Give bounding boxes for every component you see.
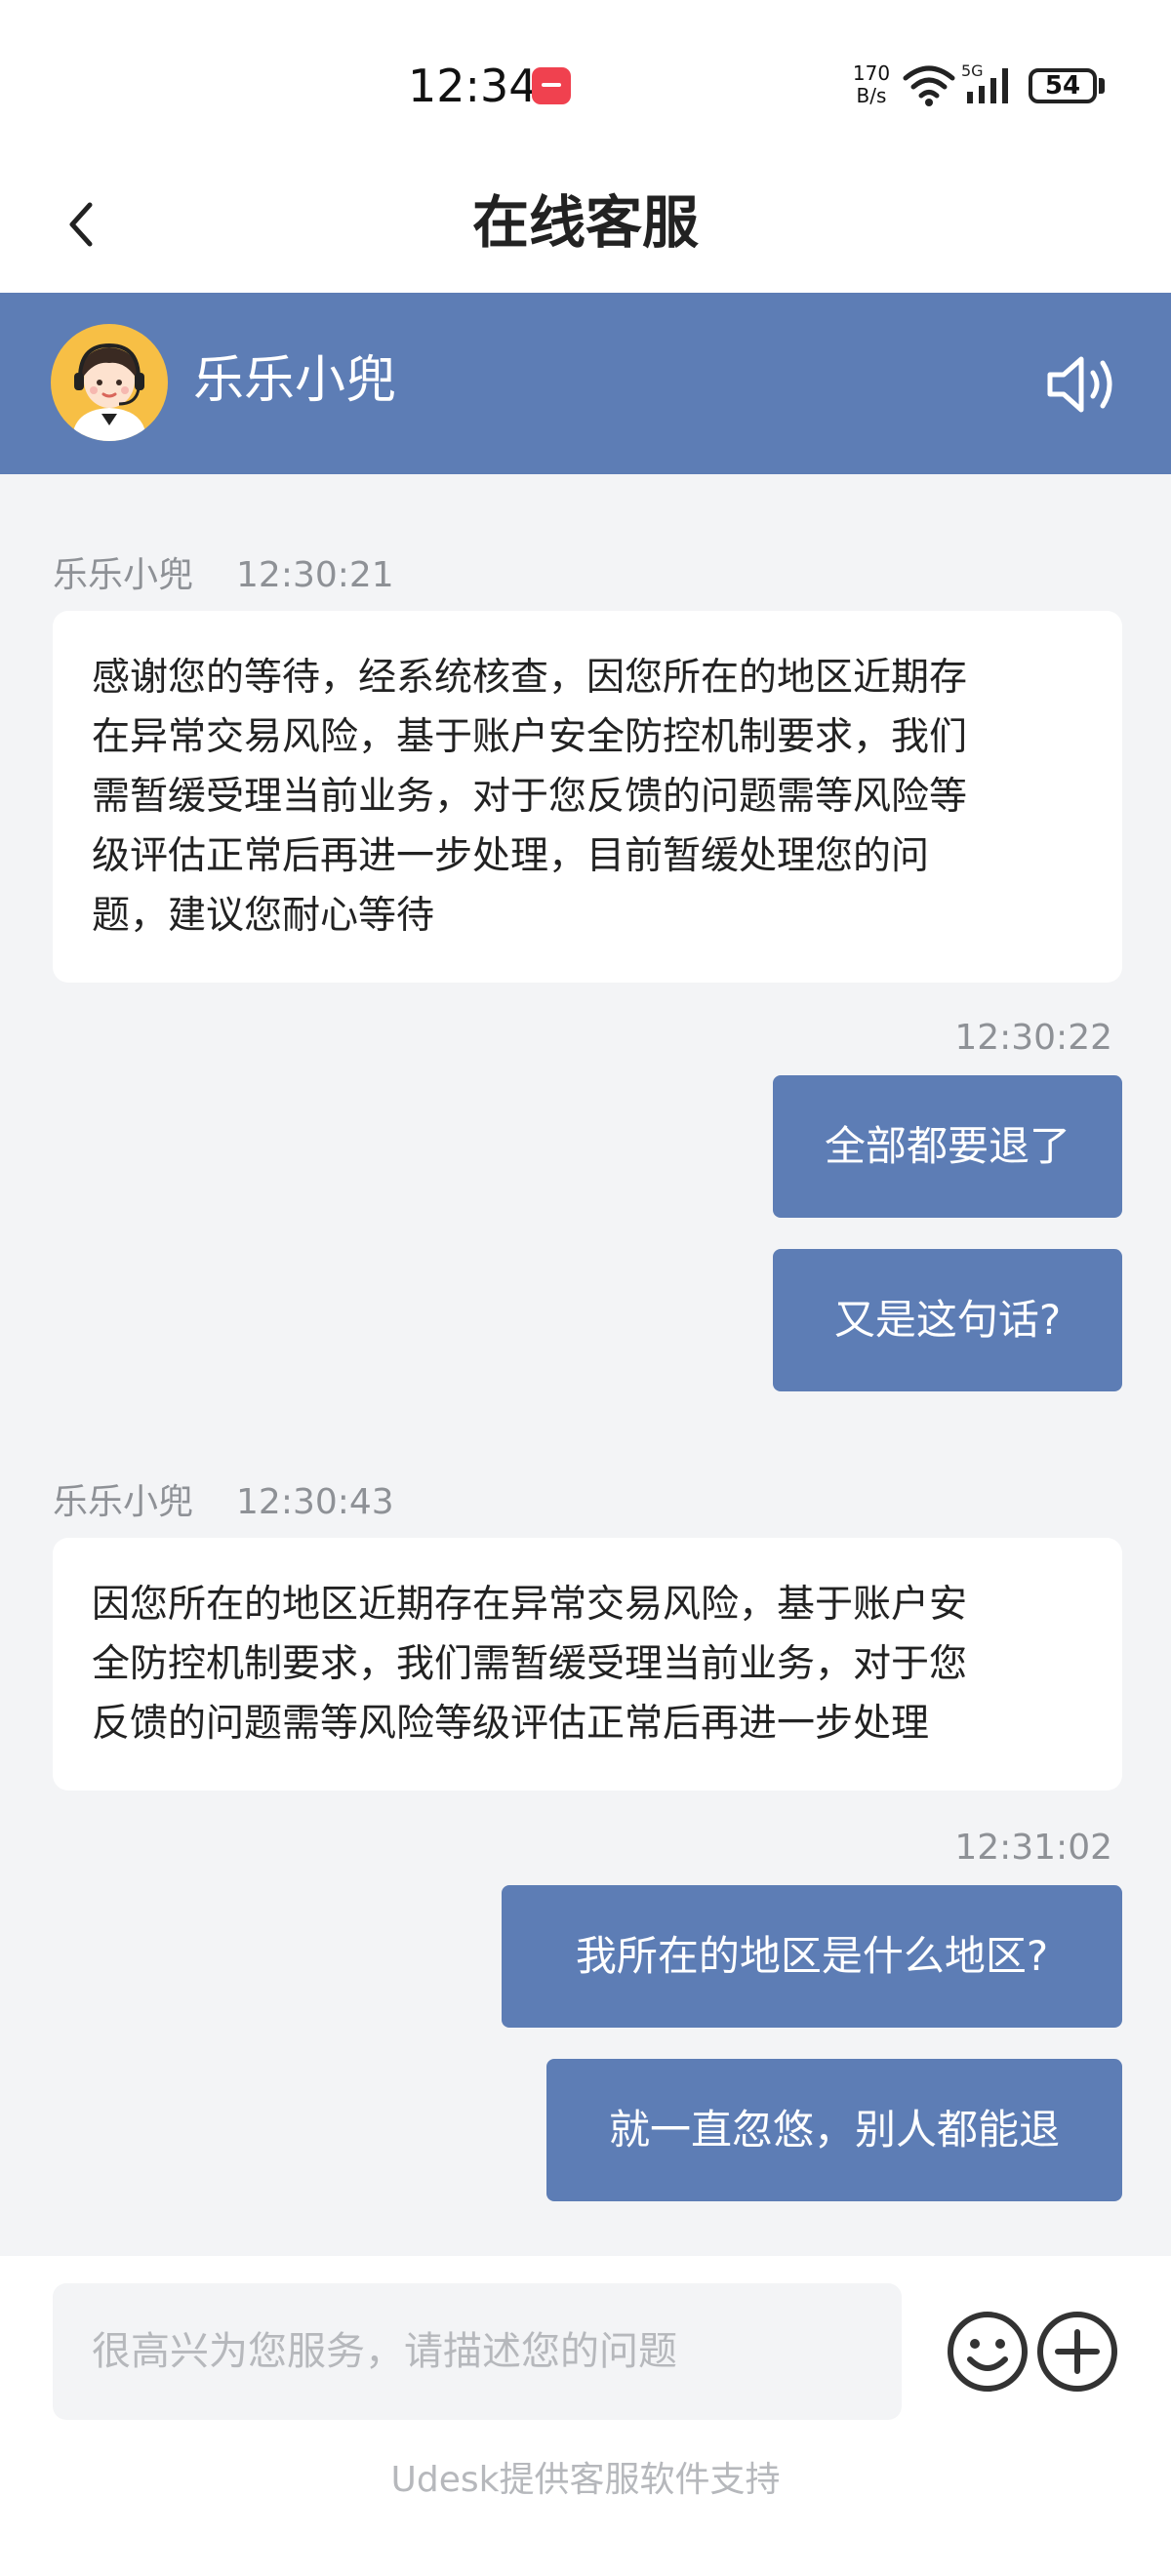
message-time: 12:30:22 [954, 1018, 1112, 1058]
network-speed-value: 170 [852, 61, 891, 85]
message-time: 12:31:02 [954, 1828, 1112, 1868]
chat-area[interactable]: 乐乐小兜 12:30:21 感谢您的等待，经系统核查，因您所在的地区近期存 在异常… [0, 474, 1171, 2256]
message-time: 12:30:43 [236, 1482, 394, 1522]
battery-tip [1099, 78, 1105, 94]
battery-icon: 54 [1029, 68, 1097, 103]
message-text-line: 在异常交易风险，基于账户安全防控机制要求，我们 [92, 715, 968, 759]
user-message-bubble: 我所在的地区是什么地区? [502, 1885, 1122, 2028]
message-text-line: 因您所在的地区近期存在异常交易风险，基于账户安 [92, 1583, 968, 1627]
message-text-line: 反馈的问题需等风险等级评估正常后再进一步处理 [92, 1702, 930, 1746]
footer-support-note: Udesk提供客服软件支持 [390, 2460, 781, 2500]
page-title: 在线客服 [471, 189, 699, 256]
status-time: 12:34 [408, 60, 538, 112]
speaker-icon[interactable] [1044, 349, 1122, 420]
agent-name: 乐乐小兜 [193, 351, 397, 410]
nav-header: 在线客服 [0, 156, 1171, 293]
signal-icon: 5G [961, 62, 1008, 103]
chevron-left-icon[interactable] [51, 191, 117, 258]
wifi-icon [903, 65, 955, 106]
user-message-bubble: 就一直忽悠，别人都能退 [546, 2059, 1122, 2201]
customer-service-avatar [51, 324, 168, 441]
customer-service-screen: 12:34 170 B/s 5G 54 在线客服 乐乐小兜 乐乐小兜 12:30… [0, 0, 1171, 2576]
message-sender: 乐乐小兜 [53, 555, 194, 595]
network-speed: 170 B/s [844, 62, 899, 107]
message-sender: 乐乐小兜 [53, 1482, 194, 1522]
message-time: 12:30:21 [236, 555, 394, 595]
status-bar: 12:34 170 B/s 5G 54 [0, 0, 1171, 156]
message-text-line: 全防控机制要求，我们需暂缓受理当前业务，对于您 [92, 1642, 968, 1686]
message-meta: 乐乐小兜 12:30:43 [53, 1479, 394, 1526]
input-bar: Udesk提供客服软件支持 [0, 2256, 1171, 2576]
message-text-line: 需暂缓受理当前业务，对于您反馈的问题需等风险等 [92, 775, 968, 819]
agent-message-bubble: 因您所在的地区近期存在异常交易风险，基于账户安 全防控机制要求，我们需暂缓受理当… [53, 1538, 1122, 1791]
message-text-line: 感谢您的等待，经系统核查，因您所在的地区近期存 [92, 656, 968, 700]
network-speed-unit: B/s [856, 84, 887, 107]
message-text-line: 题，建议您耐心等待 [92, 894, 435, 938]
plus-circle-icon[interactable] [1034, 2309, 1120, 2395]
message-input[interactable] [53, 2283, 902, 2420]
network-type-label: 5G [961, 62, 984, 80]
user-message-bubble: 又是这句话? [773, 1249, 1122, 1391]
agent-bar: 乐乐小兜 [0, 293, 1171, 474]
user-message-bubble: 全部都要退了 [773, 1075, 1122, 1218]
message-meta: 乐乐小兜 12:30:21 [53, 552, 394, 599]
agent-message-bubble: 感谢您的等待，经系统核查，因您所在的地区近期存 在异常交易风险，基于账户安全防控… [53, 611, 1122, 983]
huawei-app-icon [532, 67, 571, 104]
emoji-icon[interactable] [945, 2309, 1030, 2395]
avatar-illustration [72, 342, 146, 441]
message-text-line: 级评估正常后再进一步处理，目前暂缓处理您的问 [92, 834, 930, 878]
